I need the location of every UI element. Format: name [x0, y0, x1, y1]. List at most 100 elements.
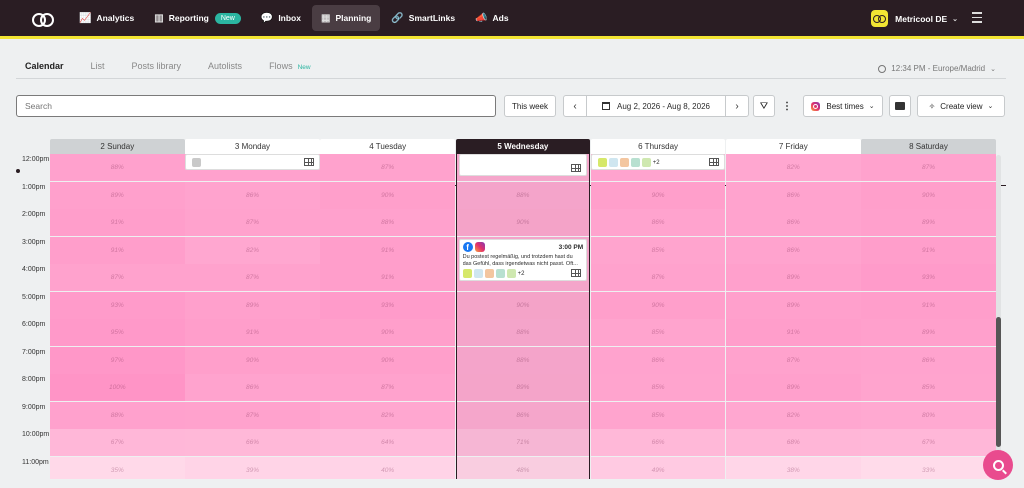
day-header[interactable]: 6 Thursday — [590, 139, 726, 154]
best-time-cell[interactable]: 71% — [455, 429, 591, 456]
best-time-cell[interactable]: 91% — [320, 236, 455, 264]
best-time-cell[interactable]: 95% — [50, 319, 185, 346]
scheduled-post-monday[interactable] — [185, 154, 320, 170]
best-time-cell[interactable]: 86% — [590, 209, 726, 236]
next-week-icon[interactable]: › — [726, 101, 748, 112]
best-time-cell[interactable]: 89% — [861, 319, 996, 346]
best-time-cell[interactable]: 82% — [726, 154, 861, 181]
more-options-button[interactable]: ⋮ — [777, 95, 797, 117]
best-time-cell[interactable]: 88% — [50, 401, 185, 429]
best-time-cell[interactable]: 87% — [320, 154, 455, 181]
create-view-dropdown[interactable]: ✧ Create view ⌄ — [917, 95, 1005, 117]
search-fab-button[interactable] — [983, 450, 1013, 480]
best-time-cell[interactable]: 91% — [50, 209, 185, 236]
grid-view-icon[interactable] — [303, 158, 314, 166]
best-time-cell[interactable]: 68% — [726, 429, 861, 456]
nav-reporting[interactable]: ▥ Reporting New — [145, 5, 250, 31]
best-time-cell[interactable]: 38% — [726, 456, 861, 479]
previous-week-icon[interactable]: ‹ — [564, 101, 586, 112]
best-time-cell[interactable]: 86% — [726, 181, 861, 209]
best-time-cell[interactable]: 86% — [185, 374, 320, 401]
tab-posts-library[interactable]: Posts library — [132, 61, 182, 77]
scheduled-post-thursday[interactable]: +2 — [590, 154, 726, 170]
best-time-cell[interactable]: 88% — [50, 154, 185, 181]
best-time-cell[interactable]: 49% — [590, 456, 726, 479]
day-header[interactable]: 8 Saturday — [861, 139, 996, 154]
filter-button[interactable]: ⛛ — [753, 95, 775, 117]
date-range-picker[interactable]: Aug 2, 2026 - Aug 8, 2026 — [586, 96, 726, 116]
day-header[interactable]: 3 Monday — [185, 139, 320, 154]
best-time-cell[interactable]: 90% — [320, 181, 455, 209]
best-time-cell[interactable]: 87% — [185, 209, 320, 236]
best-time-cell[interactable]: 66% — [590, 429, 726, 456]
best-time-cell[interactable]: 88% — [455, 346, 591, 374]
best-time-cell[interactable]: 87% — [50, 264, 185, 291]
tab-autolists[interactable]: Autolists — [208, 61, 242, 77]
best-time-cell[interactable]: 100% — [50, 374, 185, 401]
best-time-cell[interactable]: 85% — [590, 319, 726, 346]
media-button[interactable] — [889, 95, 911, 117]
best-time-cell[interactable]: 89% — [455, 374, 591, 401]
day-header[interactable]: 5 Wednesday — [455, 139, 591, 154]
best-time-cell[interactable]: 91% — [861, 291, 996, 319]
best-time-cell[interactable]: 90% — [455, 291, 591, 319]
best-time-cell[interactable]: 87% — [861, 154, 996, 181]
best-time-cell[interactable]: 87% — [320, 374, 455, 401]
best-time-cell[interactable]: 87% — [590, 264, 726, 291]
best-time-cell[interactable]: 86% — [861, 346, 996, 374]
best-time-cell[interactable]: 87% — [726, 346, 861, 374]
nav-smartlinks[interactable]: 🔗 SmartLinks — [382, 5, 464, 31]
best-time-cell[interactable]: 90% — [590, 181, 726, 209]
best-time-cell[interactable]: 91% — [185, 319, 320, 346]
best-time-cell[interactable]: 90% — [861, 181, 996, 209]
best-time-cell[interactable]: 40% — [320, 456, 455, 479]
best-time-cell[interactable]: 89% — [861, 209, 996, 236]
best-time-cell[interactable]: 86% — [455, 401, 591, 429]
day-header[interactable]: 7 Friday — [726, 139, 861, 154]
nav-analytics[interactable]: 📈 Analytics — [70, 5, 143, 31]
scheduled-post-wednesday-top[interactable] — [458, 154, 588, 176]
grid-view-icon[interactable] — [709, 158, 720, 166]
best-time-cell[interactable]: 85% — [590, 236, 726, 264]
best-time-cell[interactable]: 33% — [861, 456, 996, 479]
best-time-cell[interactable]: 89% — [726, 264, 861, 291]
best-time-cell[interactable]: 48% — [455, 456, 591, 479]
tab-flows[interactable]: Flows New — [269, 61, 311, 77]
best-time-cell[interactable]: 85% — [590, 374, 726, 401]
best-time-cell[interactable]: 88% — [455, 319, 591, 346]
best-time-cell[interactable]: 90% — [590, 291, 726, 319]
best-time-cell[interactable]: 87% — [185, 401, 320, 429]
best-time-cell[interactable]: 85% — [861, 374, 996, 401]
best-time-cell[interactable]: 86% — [726, 209, 861, 236]
best-time-cell[interactable]: 88% — [455, 181, 591, 209]
best-time-cell[interactable]: 86% — [726, 236, 861, 264]
this-week-button[interactable]: This week — [504, 95, 556, 117]
nav-inbox[interactable]: 💬 Inbox — [252, 5, 310, 31]
best-time-cell[interactable]: 89% — [726, 291, 861, 319]
best-time-cell[interactable]: 90% — [185, 346, 320, 374]
best-time-cell[interactable]: 85% — [590, 401, 726, 429]
best-time-cell[interactable]: 80% — [861, 401, 996, 429]
grid-view-icon[interactable] — [571, 164, 582, 172]
grid-view-icon[interactable] — [571, 269, 582, 277]
metricool-logo-icon[interactable] — [32, 13, 54, 27]
best-time-cell[interactable]: 82% — [185, 236, 320, 264]
best-time-cell[interactable]: 91% — [726, 319, 861, 346]
account-switcher[interactable]: Metricool DE ⌄ — [871, 10, 958, 27]
best-time-cell[interactable]: 64% — [320, 429, 455, 456]
tab-list[interactable]: List — [91, 61, 105, 77]
best-time-cell[interactable]: 89% — [185, 291, 320, 319]
best-time-cell[interactable]: 91% — [861, 236, 996, 264]
best-time-cell[interactable]: 66% — [185, 429, 320, 456]
best-time-cell[interactable]: 86% — [185, 181, 320, 209]
search-input[interactable] — [16, 95, 496, 117]
timezone-selector[interactable]: 12:34 PM - Europe/Madrid ⌄ — [878, 64, 996, 73]
nav-ads[interactable]: 📣 Ads — [466, 5, 518, 31]
best-time-cell[interactable]: 82% — [320, 401, 455, 429]
best-time-cell[interactable]: 91% — [50, 236, 185, 264]
scrollbar-thumb[interactable] — [996, 317, 1001, 447]
best-time-cell[interactable]: 35% — [50, 456, 185, 479]
best-time-cell[interactable]: 93% — [861, 264, 996, 291]
best-time-cell[interactable]: 93% — [320, 291, 455, 319]
best-time-cell[interactable]: 67% — [50, 429, 185, 456]
